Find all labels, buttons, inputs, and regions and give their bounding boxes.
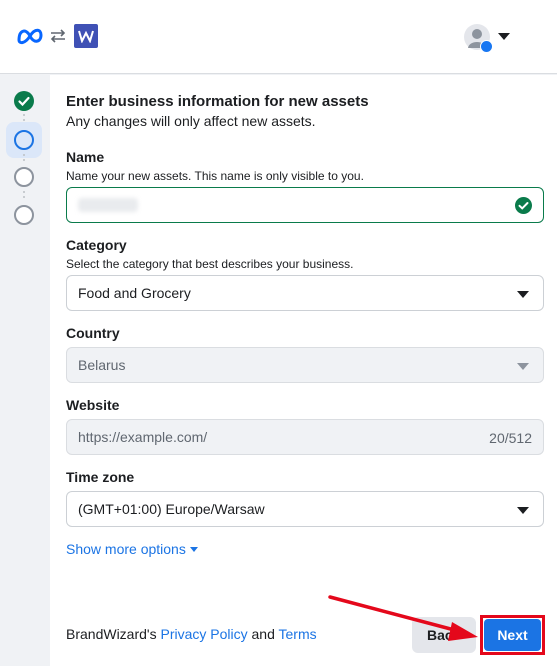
name-label: Name <box>66 149 105 165</box>
timezone-label: Time zone <box>66 469 135 485</box>
name-helper: Name your new assets. This name is only … <box>66 169 364 183</box>
category-label: Category <box>66 237 127 253</box>
footer-prefix: BrandWizard's <box>66 626 161 642</box>
step-connector <box>23 154 25 164</box>
form-panel: Enter business information for new asset… <box>50 75 557 666</box>
next-button-label: Next <box>497 627 528 643</box>
step-connector <box>23 191 25 201</box>
name-input[interactable] <box>66 187 544 223</box>
facebook-badge-icon <box>480 40 493 53</box>
valid-check-icon <box>515 197 532 214</box>
country-value: Belarus <box>78 357 126 373</box>
country-select: Belarus <box>66 347 544 383</box>
website-char-counter: 20/512 <box>489 430 532 446</box>
privacy-policy-link[interactable]: Privacy Policy <box>160 626 247 642</box>
step-1-done-check-icon <box>14 91 34 111</box>
timezone-value: (GMT+01:00) Europe/Warsaw <box>78 501 265 517</box>
step-2-active-icon <box>14 130 34 150</box>
step-4-pending-icon <box>14 205 34 225</box>
account-menu-chevron-down-icon[interactable] <box>498 33 510 40</box>
form-subtitle: Any changes will only affect new assets. <box>66 113 316 129</box>
show-more-options-link[interactable]: Show more options <box>66 541 198 557</box>
footer-and: and <box>247 626 279 642</box>
step-3-pending-icon <box>14 167 34 187</box>
form-title: Enter business information for new asset… <box>66 93 369 110</box>
website-label: Website <box>66 397 120 413</box>
website-value: https://example.com/ <box>78 429 208 445</box>
back-button[interactable]: Bac <box>412 617 476 653</box>
website-input[interactable]: https://example.com/ 20/512 <box>66 419 544 455</box>
timezone-select[interactable]: (GMT+01:00) Europe/Warsaw <box>66 491 544 527</box>
redacted-name-value <box>78 198 138 212</box>
category-value: Food and Grocery <box>78 285 191 301</box>
terms-link[interactable]: Terms <box>279 626 317 642</box>
account-avatar-icon[interactable] <box>464 24 493 53</box>
meta-logo-icon[interactable] <box>16 24 44 48</box>
chevron-down-icon <box>517 363 529 370</box>
caret-down-icon <box>189 546 198 552</box>
top-bar <box>0 0 557 74</box>
chevron-down-icon <box>517 507 529 514</box>
footer-legal-text: BrandWizard's Privacy Policy and Terms <box>66 626 317 642</box>
back-button-label: Bac <box>427 627 453 643</box>
category-select[interactable]: Food and Grocery <box>66 275 544 311</box>
app-logo-icon <box>74 24 98 48</box>
show-more-options-label: Show more options <box>66 541 186 557</box>
progress-stepper <box>0 75 50 666</box>
swap-arrows-icon <box>50 29 66 43</box>
country-label: Country <box>66 325 120 341</box>
category-helper: Select the category that best describes … <box>66 257 354 271</box>
chevron-down-icon <box>517 291 529 298</box>
next-button[interactable]: Next <box>484 619 541 651</box>
